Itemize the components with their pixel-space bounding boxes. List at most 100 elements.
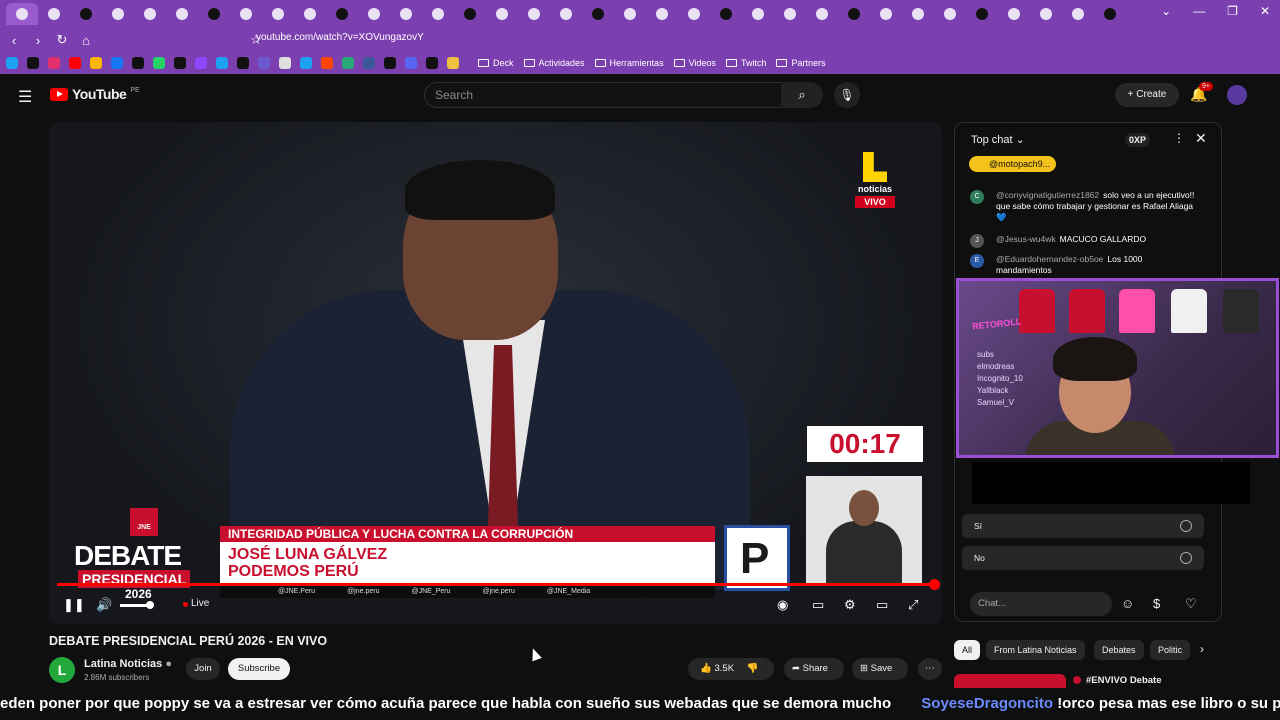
bookmark-folder[interactable]: Herramientas: [594, 58, 664, 68]
chat-input[interactable]: Chat...: [970, 592, 1112, 616]
poll-option-no[interactable]: No: [962, 546, 1204, 570]
chat-avatar[interactable]: J: [970, 234, 984, 248]
filter-chip[interactable]: All: [954, 640, 981, 660]
forward-icon[interactable]: ›: [28, 33, 48, 48]
bookmark-icon[interactable]: [27, 57, 39, 69]
bookmark-icon[interactable]: [216, 57, 228, 69]
autoplay-icon[interactable]: ◉: [777, 597, 788, 613]
progress-scrubber[interactable]: [929, 579, 940, 590]
browser-tab[interactable]: [1094, 3, 1126, 25]
filter-chip[interactable]: Debates: [1094, 640, 1144, 660]
close-chat-icon[interactable]: ✕: [1195, 130, 1207, 147]
bookmark-icon[interactable]: [174, 57, 186, 69]
bookmark-icon[interactable]: [258, 57, 270, 69]
browser-tab[interactable]: [614, 3, 646, 25]
avatar[interactable]: [1227, 85, 1247, 105]
browser-tab[interactable]: [390, 3, 422, 25]
browser-tab[interactable]: [902, 3, 934, 25]
bookmark-icon[interactable]: [6, 57, 18, 69]
browser-tab[interactable]: [198, 3, 230, 25]
theater-icon[interactable]: ▭: [876, 597, 888, 613]
bookmark-folder[interactable]: Videos: [673, 58, 716, 68]
bookmark-icon[interactable]: [384, 57, 396, 69]
browser-tab[interactable]: [806, 3, 838, 25]
home-icon[interactable]: ⌂: [76, 33, 96, 48]
chevron-right-icon[interactable]: ›: [1200, 642, 1204, 656]
browser-tab[interactable]: [838, 3, 870, 25]
youtube-logo[interactable]: YouTube PE: [50, 86, 140, 102]
bookmark-icon[interactable]: [195, 57, 207, 69]
browser-tab[interactable]: [966, 3, 998, 25]
more-actions-icon[interactable]: ⋯: [918, 658, 942, 680]
browser-tab[interactable]: [294, 3, 326, 25]
bookmark-icon[interactable]: [132, 57, 144, 69]
poll-option-yes[interactable]: Sí: [962, 514, 1204, 538]
radio-icon[interactable]: [1180, 520, 1192, 532]
browser-tab[interactable]: [998, 3, 1030, 25]
restore-icon[interactable]: ❐: [1227, 4, 1238, 18]
channel-avatar[interactable]: L: [49, 657, 75, 683]
bookmark-icon[interactable]: [111, 57, 123, 69]
minimize-icon[interactable]: —: [1193, 4, 1205, 18]
browser-tab[interactable]: [646, 3, 678, 25]
browser-tab[interactable]: [518, 3, 550, 25]
browser-tab[interactable]: [678, 3, 710, 25]
bookmark-icon[interactable]: [405, 57, 417, 69]
search-input[interactable]: Search: [424, 82, 782, 108]
pause-icon[interactable]: ❚❚: [63, 597, 85, 613]
chat-username[interactable]: @Eduardohernandez-ob5oe: [996, 254, 1103, 264]
browser-tab[interactable]: [870, 3, 902, 25]
browser-tab[interactable]: [326, 3, 358, 25]
captions-icon[interactable]: ▭: [812, 597, 824, 613]
filter-chip[interactable]: Politic: [1150, 640, 1191, 660]
bookmark-icon[interactable]: [363, 57, 375, 69]
browser-tab[interactable]: [134, 3, 166, 25]
pinned-user[interactable]: @motopach9...: [969, 156, 1057, 172]
menu-icon[interactable]: ☰: [18, 87, 32, 107]
browser-tab[interactable]: [710, 3, 742, 25]
emoji-icon[interactable]: ☺: [1121, 596, 1134, 611]
super-chat-icon[interactable]: $: [1153, 596, 1160, 611]
bookmark-icon[interactable]: [447, 57, 459, 69]
bookmark-icon[interactable]: [426, 57, 438, 69]
radio-icon[interactable]: [1180, 552, 1192, 564]
fullscreen-icon[interactable]: ⤢: [908, 597, 918, 613]
chat-avatar[interactable]: E: [970, 254, 984, 268]
browser-tab[interactable]: [102, 3, 134, 25]
recommendation-title[interactable]: #ENVIVO Debate: [1086, 675, 1162, 686]
live-label[interactable]: Live: [182, 598, 209, 609]
browser-tab[interactable]: [422, 3, 454, 25]
channel-name[interactable]: Latina Noticias ●: [84, 658, 172, 670]
browser-tab[interactable]: [70, 3, 102, 25]
browser-tab[interactable]: [262, 3, 294, 25]
browser-tab[interactable]: [742, 3, 774, 25]
filter-chip[interactable]: From Latina Noticias: [986, 640, 1085, 660]
chat-username[interactable]: @Jesus-wu4wk: [996, 234, 1056, 244]
save-button[interactable]: ⊞ Save: [852, 658, 908, 680]
bookmark-icon[interactable]: [342, 57, 354, 69]
browser-tab[interactable]: [166, 3, 198, 25]
close-icon[interactable]: ✕: [1260, 4, 1270, 18]
settings-icon[interactable]: ⚙: [844, 597, 856, 613]
bookmark-icon[interactable]: [153, 57, 165, 69]
browser-tab[interactable]: [230, 3, 262, 25]
chat-mode-selector[interactable]: Top chat ⌄: [971, 133, 1025, 146]
bookmark-folder[interactable]: Partners: [776, 58, 825, 68]
chevron-down-icon[interactable]: ⌄: [1161, 4, 1171, 18]
bookmark-icon[interactable]: [48, 57, 60, 69]
subscribe-button[interactable]: Subscribe: [228, 658, 290, 680]
browser-tab[interactable]: [486, 3, 518, 25]
browser-tab[interactable]: [934, 3, 966, 25]
bookmark-icon[interactable]: [90, 57, 102, 69]
bookmark-icon[interactable]: [321, 57, 333, 69]
join-button[interactable]: Join: [186, 658, 220, 680]
recommendation-thumbnail[interactable]: [954, 674, 1066, 688]
volume-icon[interactable]: 🔊: [96, 597, 112, 613]
like-button[interactable]: 👍 3.5K 👎: [688, 658, 774, 680]
xp-badge[interactable]: 0XP: [1125, 133, 1151, 147]
browser-tab[interactable]: [1030, 3, 1062, 25]
chat-username[interactable]: @conyvignatigutierrez1862: [996, 190, 1099, 200]
microphone-icon[interactable]: 🎙: [834, 82, 860, 108]
browser-tab[interactable]: [774, 3, 806, 25]
browser-tab[interactable]: [38, 3, 70, 25]
